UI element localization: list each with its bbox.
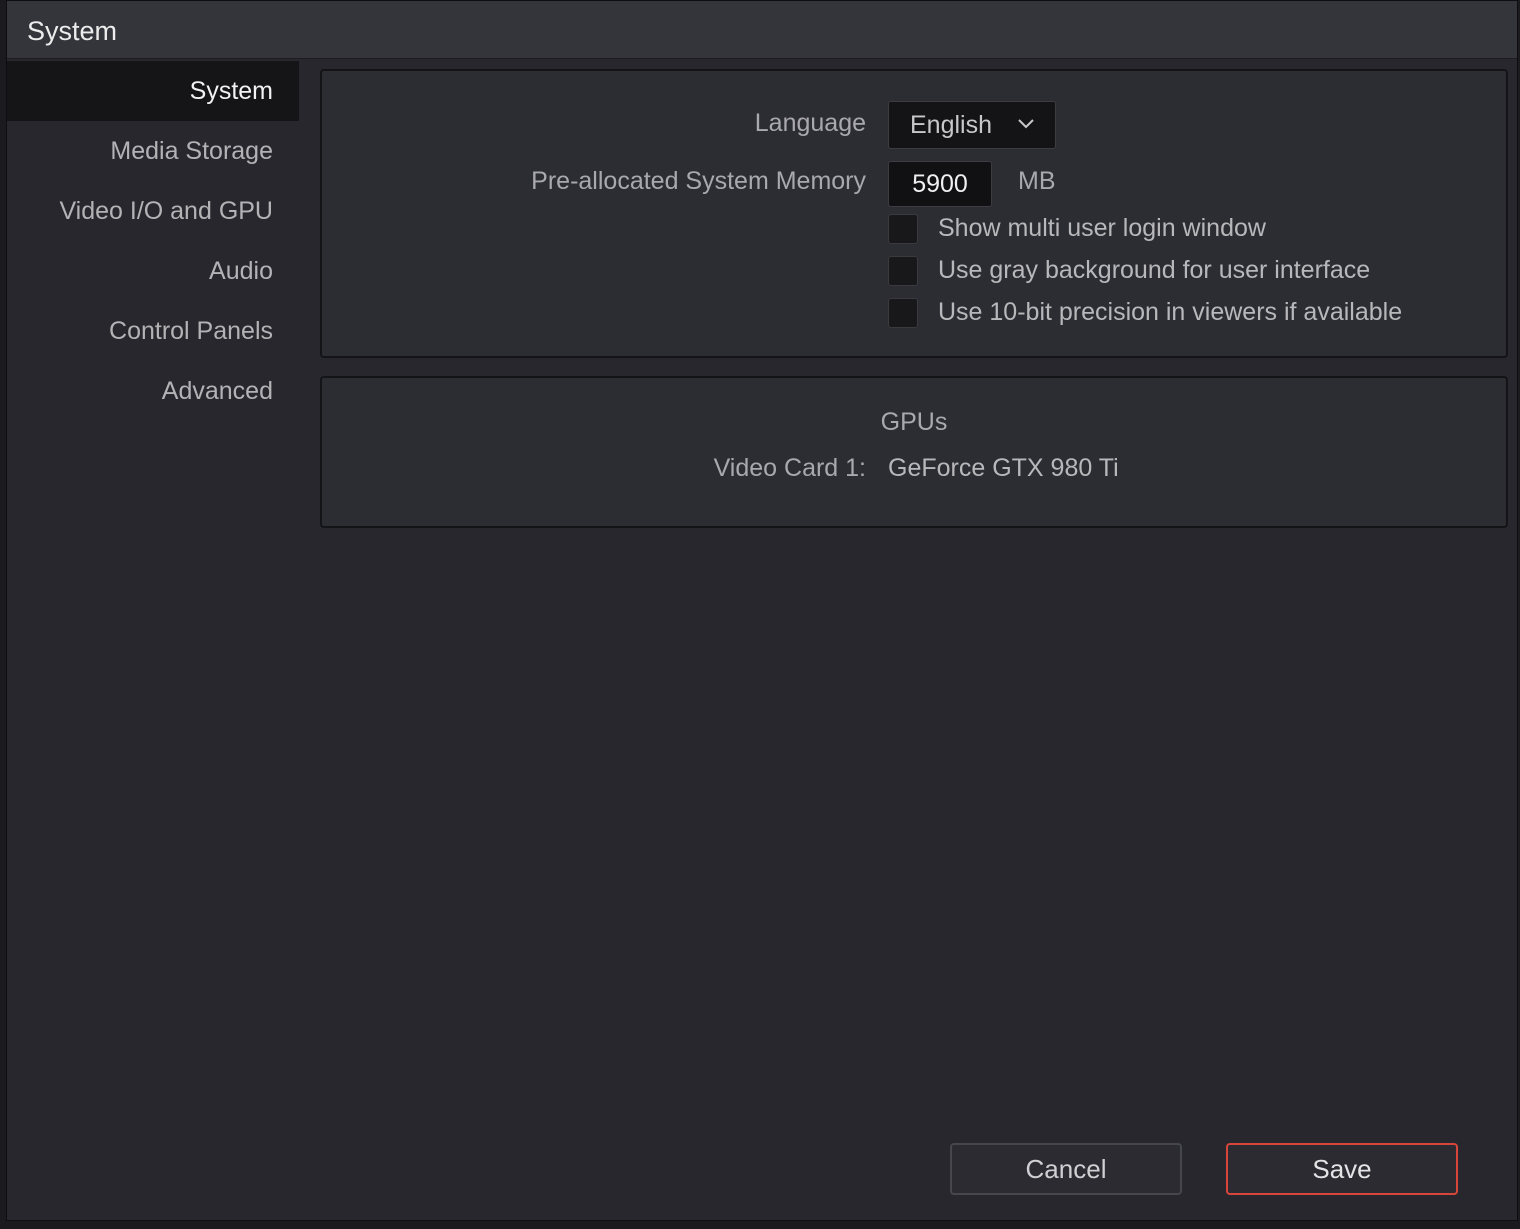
multi-user-login-checkbox[interactable] xyxy=(888,214,918,244)
memory-label: Pre-allocated System Memory xyxy=(531,167,866,195)
gray-background-label: Use gray background for user interface xyxy=(938,256,1371,284)
sidebar-item-label: Media Storage xyxy=(110,137,273,165)
sidebar-item-system[interactable]: System xyxy=(7,61,299,121)
window-title: System xyxy=(27,16,118,46)
sidebar-item-advanced[interactable]: Advanced xyxy=(7,361,299,421)
video-card-value: GeForce GTX 980 Ti xyxy=(888,454,1119,482)
language-label: Language xyxy=(754,109,866,137)
memory-input[interactable] xyxy=(888,161,992,207)
ten-bit-precision-label: Use 10-bit precision in viewers if avail… xyxy=(938,298,1403,326)
preferences-sidebar: System Media Storage Video I/O and GPU A… xyxy=(7,61,299,421)
sidebar-item-label: System xyxy=(189,77,273,105)
save-button[interactable]: Save xyxy=(1226,1143,1458,1195)
gray-background-checkbox[interactable] xyxy=(888,256,918,286)
language-dropdown[interactable]: English xyxy=(888,101,1056,149)
sidebar-item-label: Video I/O and GPU xyxy=(59,197,273,225)
title-bar: System xyxy=(7,1,1517,59)
sidebar-item-label: Control Panels xyxy=(109,317,273,345)
preferences-window: System System Media Storage Video I/O an… xyxy=(6,0,1518,1221)
ten-bit-precision-checkbox[interactable] xyxy=(888,298,918,328)
sidebar-item-video-io-gpu[interactable]: Video I/O and GPU xyxy=(7,181,299,241)
sidebar-item-media-storage[interactable]: Media Storage xyxy=(7,121,299,181)
language-value: English xyxy=(910,111,992,139)
sidebar-item-label: Audio xyxy=(209,257,273,285)
chevron-down-icon xyxy=(1018,119,1034,129)
sidebar-item-audio[interactable]: Audio xyxy=(7,241,299,301)
sidebar-item-label: Advanced xyxy=(161,377,273,405)
gpus-heading: GPUs xyxy=(880,408,948,436)
gpu-panel: GPUs Video Card 1: GeForce GTX 980 Ti xyxy=(320,376,1508,528)
memory-unit: MB xyxy=(1018,167,1056,195)
sidebar-item-control-panels[interactable]: Control Panels xyxy=(7,301,299,361)
multi-user-login-label: Show multi user login window xyxy=(938,214,1266,242)
system-settings-panel: Language English Pre-allocated System Me… xyxy=(320,69,1508,358)
video-card-label: Video Card 1: xyxy=(713,454,866,482)
cancel-button[interactable]: Cancel xyxy=(950,1143,1182,1195)
